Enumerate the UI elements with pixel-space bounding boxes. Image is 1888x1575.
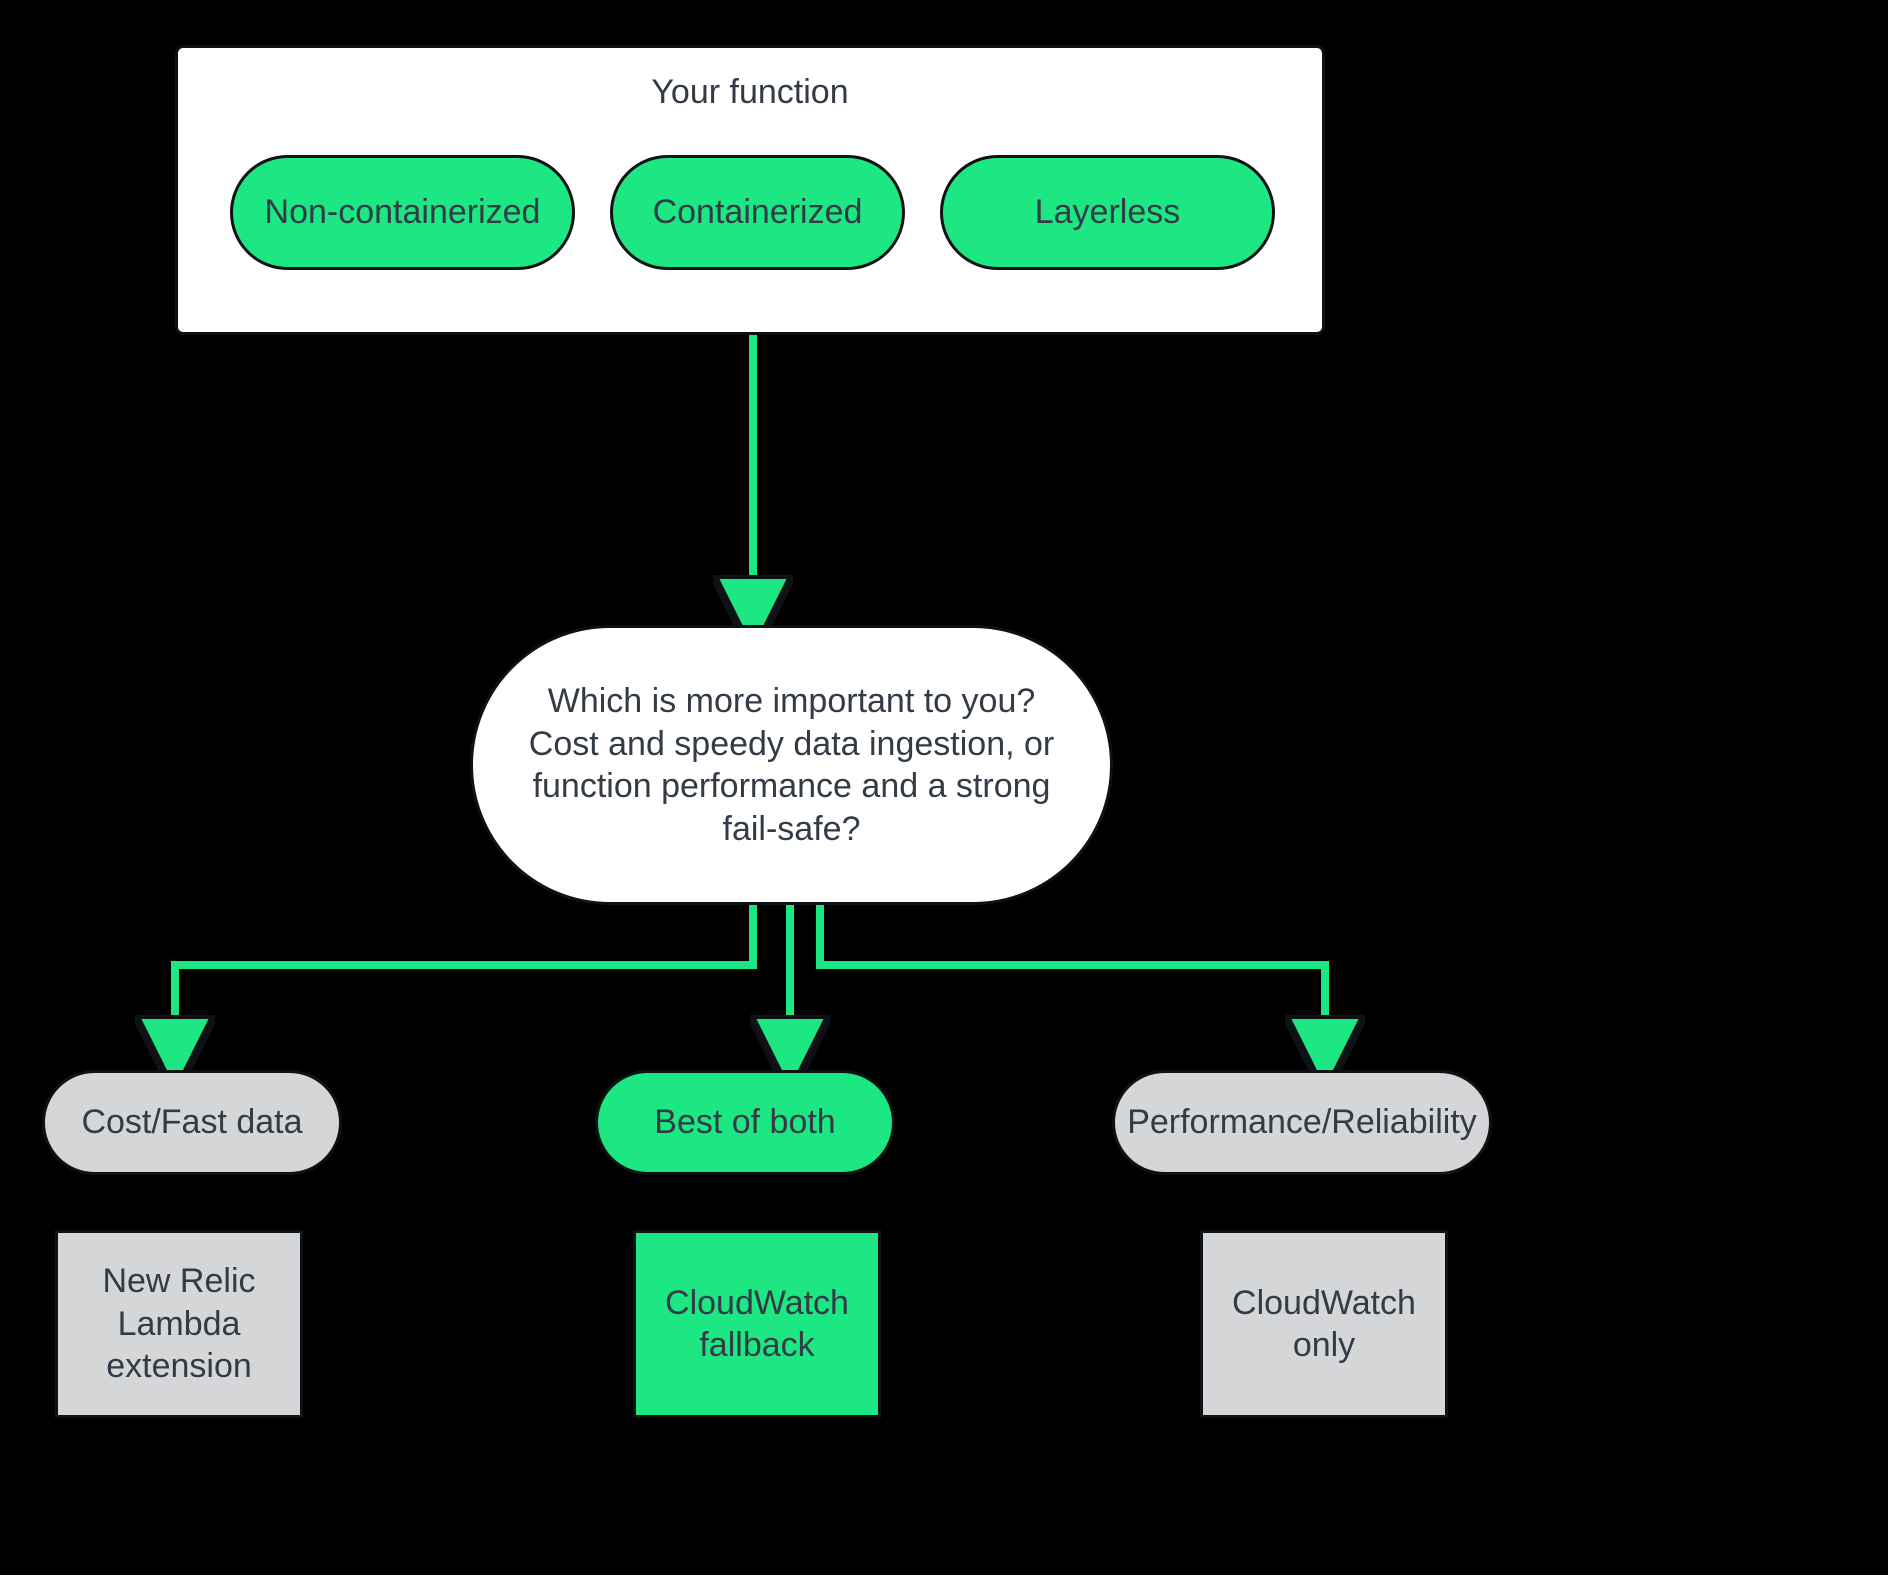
decision-node: Which is more important to you? Cost and…: [470, 625, 1113, 905]
decision-text: Which is more important to you? Cost and…: [513, 680, 1070, 850]
result-box-cw-only: CloudWatch only: [1200, 1230, 1448, 1418]
option-layerless: Layerless: [940, 155, 1275, 270]
outcome-label: Cost/Fast data: [81, 1103, 302, 1142]
result-box-new-relic: New Relic Lambda extension: [55, 1230, 303, 1418]
outcome-pill-best-of-both: Best of both: [595, 1070, 895, 1175]
outcome-pill-cost-fast: Cost/Fast data: [42, 1070, 342, 1175]
outcome-label: Best of both: [654, 1103, 835, 1142]
panel-title: Your function: [178, 48, 1322, 112]
outcome-pill-performance: Performance/Reliability: [1112, 1070, 1492, 1175]
result-box-cw-fallback: CloudWatch fallback: [633, 1230, 881, 1418]
result-text: CloudWatch only: [1203, 1282, 1445, 1367]
diagram-canvas: Your function Non-containerized Containe…: [0, 0, 1888, 1575]
option-containerized: Containerized: [610, 155, 905, 270]
option-label: Containerized: [653, 193, 863, 232]
result-text: CloudWatch fallback: [636, 1282, 878, 1367]
result-text: New Relic Lambda extension: [58, 1260, 300, 1388]
option-non-containerized: Non-containerized: [230, 155, 575, 270]
option-label: Layerless: [1035, 193, 1181, 232]
outcome-label: Performance/Reliability: [1127, 1103, 1477, 1142]
option-label: Non-containerized: [265, 193, 541, 232]
